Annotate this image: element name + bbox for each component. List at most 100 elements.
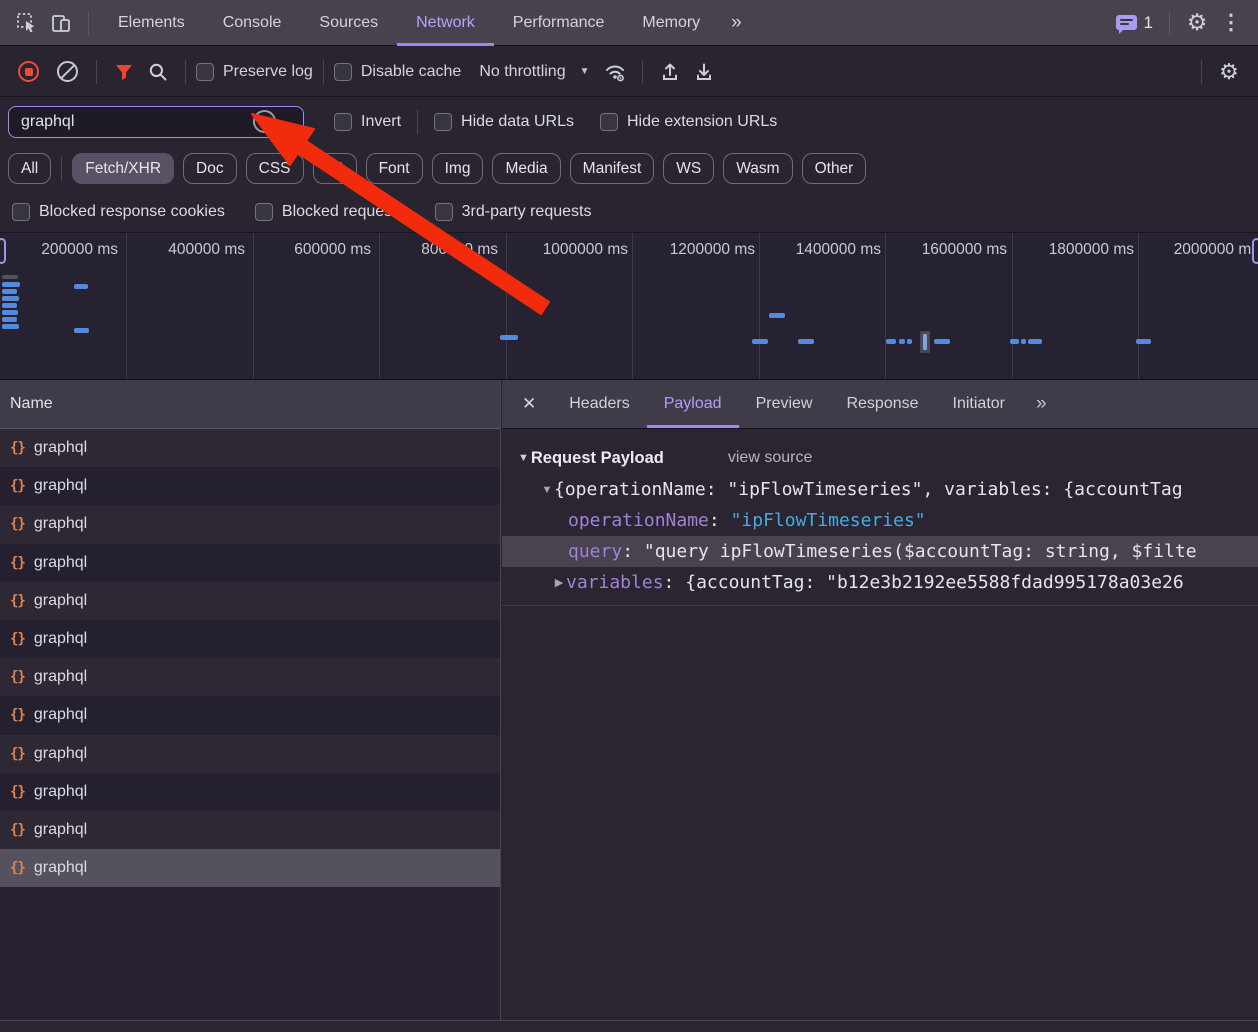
disable-cache-toggle[interactable]: Disable cache [334,63,462,81]
tab-elements[interactable]: Elements [99,0,204,46]
issues-count: 1 [1144,13,1153,33]
pill-font[interactable]: Font [366,153,423,184]
table-row[interactable]: {}graphql [0,582,500,620]
pill-other[interactable]: Other [802,153,867,184]
pill-all[interactable]: All [8,153,51,184]
waterfall-bar [2,303,17,308]
clear-filter-icon[interactable]: ✕ [253,110,276,133]
tab-payload[interactable]: Payload [647,380,739,428]
divider [417,110,418,134]
pill-doc[interactable]: Doc [183,153,237,184]
pill-fetch-xhr[interactable]: Fetch/XHR [72,153,174,184]
payload-row-variables[interactable]: ▶ variables: {accountTag: "b12e3b2192ee5… [502,567,1258,598]
tab-sources[interactable]: Sources [300,0,397,46]
kebab-menu-icon[interactable]: ⋮ [1214,8,1248,38]
preserve-log-checkbox[interactable] [196,63,214,81]
timeline-tick: 800000 ms [380,240,506,260]
pill-wasm[interactable]: Wasm [723,153,792,184]
expand-icon[interactable]: ▶ [552,576,566,589]
requests-table: Name {}graphql {}graphql {}graphql {}gra… [0,380,501,1020]
tab-preview[interactable]: Preview [739,380,830,428]
inspect-element-icon[interactable] [10,8,44,38]
table-row[interactable]: {}graphql [0,696,500,734]
collapse-icon[interactable]: ▼ [518,452,529,464]
network-main-area: Name {}graphql {}graphql {}graphql {}gra… [0,380,1258,1020]
disable-cache-checkbox[interactable] [334,63,352,81]
request-name: graphql [34,592,87,610]
fetch-xhr-icon: {} [10,478,25,494]
timeline-tick: 1600000 ms [885,240,1015,260]
timeline-tick: 2000000 ms [1139,240,1258,260]
search-icon[interactable] [141,57,175,87]
tab-response[interactable]: Response [829,380,935,428]
collapse-icon[interactable]: ▼ [540,484,554,496]
invert-checkbox[interactable] [334,113,352,131]
tab-network[interactable]: Network [397,0,494,46]
table-row[interactable]: {}graphql [0,658,500,696]
import-har-icon[interactable] [653,57,687,87]
issues-button[interactable]: 1 [1116,13,1153,33]
blocked-response-cookies-checkbox[interactable] [12,203,30,221]
tab-memory[interactable]: Memory [623,0,719,46]
network-overview-timeline[interactable]: 200000 ms 400000 ms 600000 ms 800000 ms … [0,233,1258,380]
waterfall-bar [2,324,19,329]
close-detail-icon[interactable]: ✕ [502,394,552,414]
pill-manifest[interactable]: Manifest [570,153,655,184]
table-row[interactable]: {}graphql [0,735,500,773]
more-tabs-icon[interactable]: » [719,0,752,46]
blocked-requests-toggle[interactable]: Blocked requests [255,203,405,221]
network-settings-gear-icon[interactable]: ⚙ [1212,57,1246,87]
filter-icon[interactable] [107,57,141,87]
settings-gear-icon[interactable]: ⚙ [1180,8,1214,38]
preserve-log-toggle[interactable]: Preserve log [196,63,313,81]
table-row-selected[interactable]: {}graphql [0,849,500,887]
request-payload-section[interactable]: ▼ Request Payload view source [502,442,1258,474]
blocked-requests-checkbox[interactable] [255,203,273,221]
invert-toggle[interactable]: Invert [334,113,401,131]
waterfall-bar [769,313,785,318]
waterfall-tick [923,334,927,350]
hide-data-urls-checkbox[interactable] [434,113,452,131]
hide-extension-urls-checkbox[interactable] [600,113,618,131]
pill-ws[interactable]: WS [663,153,714,184]
third-party-requests-label: 3rd-party requests [462,203,592,221]
third-party-requests-toggle[interactable]: 3rd-party requests [435,203,592,221]
pill-js[interactable]: JS [313,153,357,184]
table-row[interactable]: {}graphql [0,773,500,811]
pill-media[interactable]: Media [492,153,560,184]
view-source-link[interactable]: view source [728,449,812,467]
table-row[interactable]: {}graphql [0,505,500,543]
fetch-xhr-icon: {} [10,631,25,647]
throttling-select[interactable]: No throttling ▼ [479,63,589,81]
hide-extension-urls-toggle[interactable]: Hide extension URLs [600,113,777,131]
more-detail-tabs-icon[interactable]: » [1022,393,1059,415]
table-row[interactable]: {}graphql [0,429,500,467]
pill-img[interactable]: Img [432,153,484,184]
payload-row-operation-name[interactable]: operationName: "ipFlowTimeseries" [502,505,1258,536]
record-network-log-button[interactable] [18,61,39,82]
blocked-response-cookies-toggle[interactable]: Blocked response cookies [12,203,225,221]
third-party-requests-checkbox[interactable] [435,203,453,221]
table-row[interactable]: {}graphql [0,811,500,849]
payload-row-query-highlighted[interactable]: query: "query ipFlowTimeseries($accountT… [502,536,1258,567]
payload-summary-row[interactable]: ▼ {operationName: "ipFlowTimeseries", va… [502,474,1258,505]
clear-network-log-button[interactable] [57,61,78,82]
fetch-xhr-icon: {} [10,784,25,800]
network-conditions-icon[interactable] [598,57,632,87]
pill-css[interactable]: CSS [246,153,304,184]
waterfall-bar [798,339,814,344]
overview-right-handle[interactable] [1252,238,1258,264]
name-column-header[interactable]: Name [0,380,500,429]
device-toolbar-icon[interactable] [44,8,78,38]
tab-console[interactable]: Console [204,0,301,46]
table-row[interactable]: {}graphql [0,544,500,582]
table-row[interactable]: {}graphql [0,467,500,505]
filter-input[interactable] [19,112,253,132]
table-row[interactable]: {}graphql [0,620,500,658]
export-har-icon[interactable] [687,57,721,87]
overview-left-handle[interactable] [0,238,6,264]
hide-data-urls-toggle[interactable]: Hide data URLs [434,113,574,131]
tab-initiator[interactable]: Initiator [936,380,1022,428]
tab-headers[interactable]: Headers [552,380,646,428]
tab-performance[interactable]: Performance [494,0,624,46]
